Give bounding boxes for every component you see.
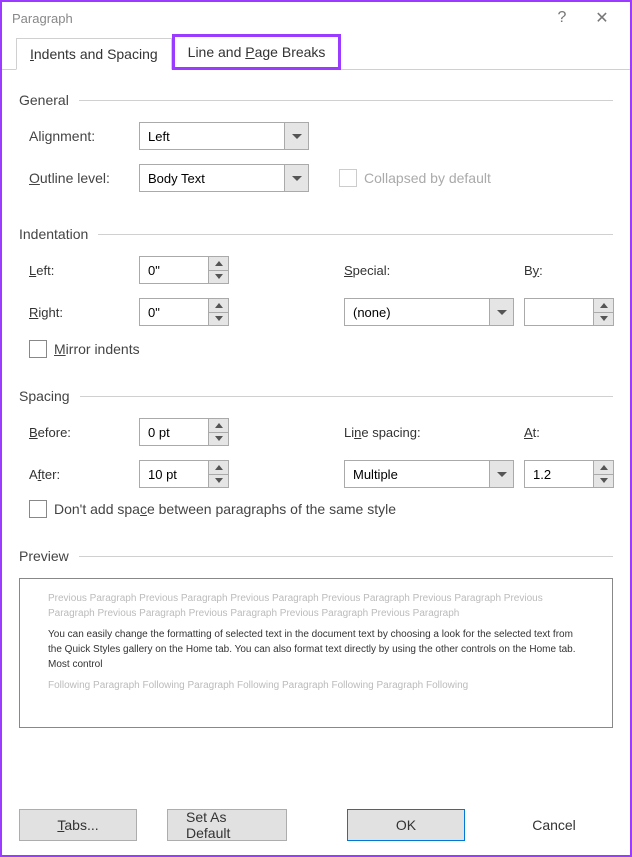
- tab-label: Line and Page Breaks: [188, 44, 326, 60]
- help-button[interactable]: ?: [542, 9, 582, 27]
- line-spacing-label: Line spacing:: [344, 425, 524, 440]
- indent-left-label: Left:: [29, 263, 139, 278]
- spin-down[interactable]: [208, 474, 228, 488]
- preview-prev: Previous Paragraph Previous Paragraph Pr…: [48, 591, 584, 621]
- special-combo[interactable]: [344, 298, 514, 326]
- section-header: Indentation: [19, 226, 88, 242]
- ok-button[interactable]: OK: [347, 809, 465, 841]
- tab-line-page-breaks[interactable]: Line and Page Breaks: [172, 34, 342, 70]
- section-header: Preview: [19, 548, 69, 564]
- tab-label: Indents and Spacing: [30, 46, 158, 62]
- checkbox-icon: [339, 169, 357, 187]
- button-label: Set As Default: [186, 809, 268, 841]
- button-label: OK: [396, 817, 416, 833]
- spin-up[interactable]: [593, 299, 613, 312]
- spin-down[interactable]: [593, 312, 613, 326]
- spin-down[interactable]: [593, 474, 613, 488]
- triangle-up-icon: [600, 303, 608, 308]
- dropdown-button[interactable]: [284, 123, 308, 149]
- before-label: Before:: [29, 425, 139, 440]
- triangle-down-icon: [215, 274, 223, 279]
- triangle-down-icon: [600, 316, 608, 321]
- mirror-label: Mirror indents: [54, 341, 140, 357]
- section-header: General: [19, 92, 69, 108]
- collapsed-label: Collapsed by default: [364, 170, 491, 186]
- preview-box: Previous Paragraph Previous Paragraph Pr…: [19, 578, 613, 728]
- set-default-button[interactable]: Set As Default: [167, 809, 287, 841]
- tab-indents-spacing[interactable]: Indents and Spacing: [16, 38, 172, 70]
- by-label: By:: [524, 263, 624, 278]
- spin-up[interactable]: [208, 461, 228, 474]
- checkbox-icon: [29, 500, 47, 518]
- section-indentation: Indentation: [19, 226, 613, 242]
- after-spin[interactable]: [139, 460, 229, 488]
- tabs-button[interactable]: Tabs...: [19, 809, 137, 841]
- triangle-up-icon: [600, 465, 608, 470]
- spin-down[interactable]: [208, 270, 228, 284]
- special-label: Special:: [344, 263, 524, 278]
- spin-up[interactable]: [593, 461, 613, 474]
- by-spin[interactable]: [524, 298, 614, 326]
- alignment-combo[interactable]: [139, 122, 309, 150]
- section-general: General: [19, 92, 613, 108]
- indent-right-label: Right:: [29, 305, 139, 320]
- line-spacing-combo[interactable]: [344, 460, 514, 488]
- section-header: Spacing: [19, 388, 70, 404]
- spin-up[interactable]: [208, 257, 228, 270]
- spin-up[interactable]: [208, 299, 228, 312]
- before-spin[interactable]: [139, 418, 229, 446]
- close-button[interactable]: ✕: [582, 8, 622, 28]
- triangle-up-icon: [215, 261, 223, 266]
- checkbox-icon: [29, 340, 47, 358]
- outline-combo[interactable]: [139, 164, 309, 192]
- triangle-down-icon: [215, 436, 223, 441]
- dropdown-button[interactable]: [284, 165, 308, 191]
- triangle-down-icon: [600, 478, 608, 483]
- at-spin[interactable]: [524, 460, 614, 488]
- mirror-indents-checkbox[interactable]: Mirror indents: [29, 340, 613, 358]
- button-label: Cancel: [532, 817, 576, 833]
- dropdown-button[interactable]: [489, 299, 513, 325]
- triangle-up-icon: [215, 465, 223, 470]
- dropdown-button[interactable]: [489, 461, 513, 487]
- chevron-down-icon: [292, 176, 302, 181]
- triangle-up-icon: [215, 303, 223, 308]
- section-preview: Preview: [19, 548, 613, 564]
- button-label: Tabs...: [57, 817, 98, 833]
- no-add-space-checkbox[interactable]: Don't add space between paragraphs of th…: [29, 500, 613, 518]
- button-bar: Tabs... Set As Default OK Cancel: [19, 809, 613, 841]
- indent-left-spin[interactable]: [139, 256, 229, 284]
- outline-level-label: Outline level:: [29, 170, 139, 186]
- titlebar: Paragraph ? ✕: [2, 2, 630, 34]
- no-add-label: Don't add space between paragraphs of th…: [54, 501, 396, 517]
- section-spacing: Spacing: [19, 388, 613, 404]
- indent-right-spin[interactable]: [139, 298, 229, 326]
- spin-up[interactable]: [208, 419, 228, 432]
- cancel-button[interactable]: Cancel: [495, 809, 613, 841]
- spin-down[interactable]: [208, 432, 228, 446]
- collapsed-checkbox: Collapsed by default: [339, 169, 609, 187]
- alignment-label: Alignment:: [29, 128, 139, 144]
- triangle-down-icon: [215, 478, 223, 483]
- chevron-down-icon: [497, 472, 507, 477]
- after-label: After:: [29, 467, 139, 482]
- at-label: At:: [524, 425, 624, 440]
- spin-down[interactable]: [208, 312, 228, 326]
- preview-next: Following Paragraph Following Paragraph …: [48, 678, 584, 693]
- window-title: Paragraph: [12, 11, 542, 26]
- triangle-up-icon: [215, 423, 223, 428]
- preview-sample: You can easily change the formatting of …: [48, 627, 584, 672]
- tab-row: Indents and Spacing Line and Page Breaks: [2, 38, 630, 70]
- chevron-down-icon: [497, 310, 507, 315]
- triangle-down-icon: [215, 316, 223, 321]
- chevron-down-icon: [292, 134, 302, 139]
